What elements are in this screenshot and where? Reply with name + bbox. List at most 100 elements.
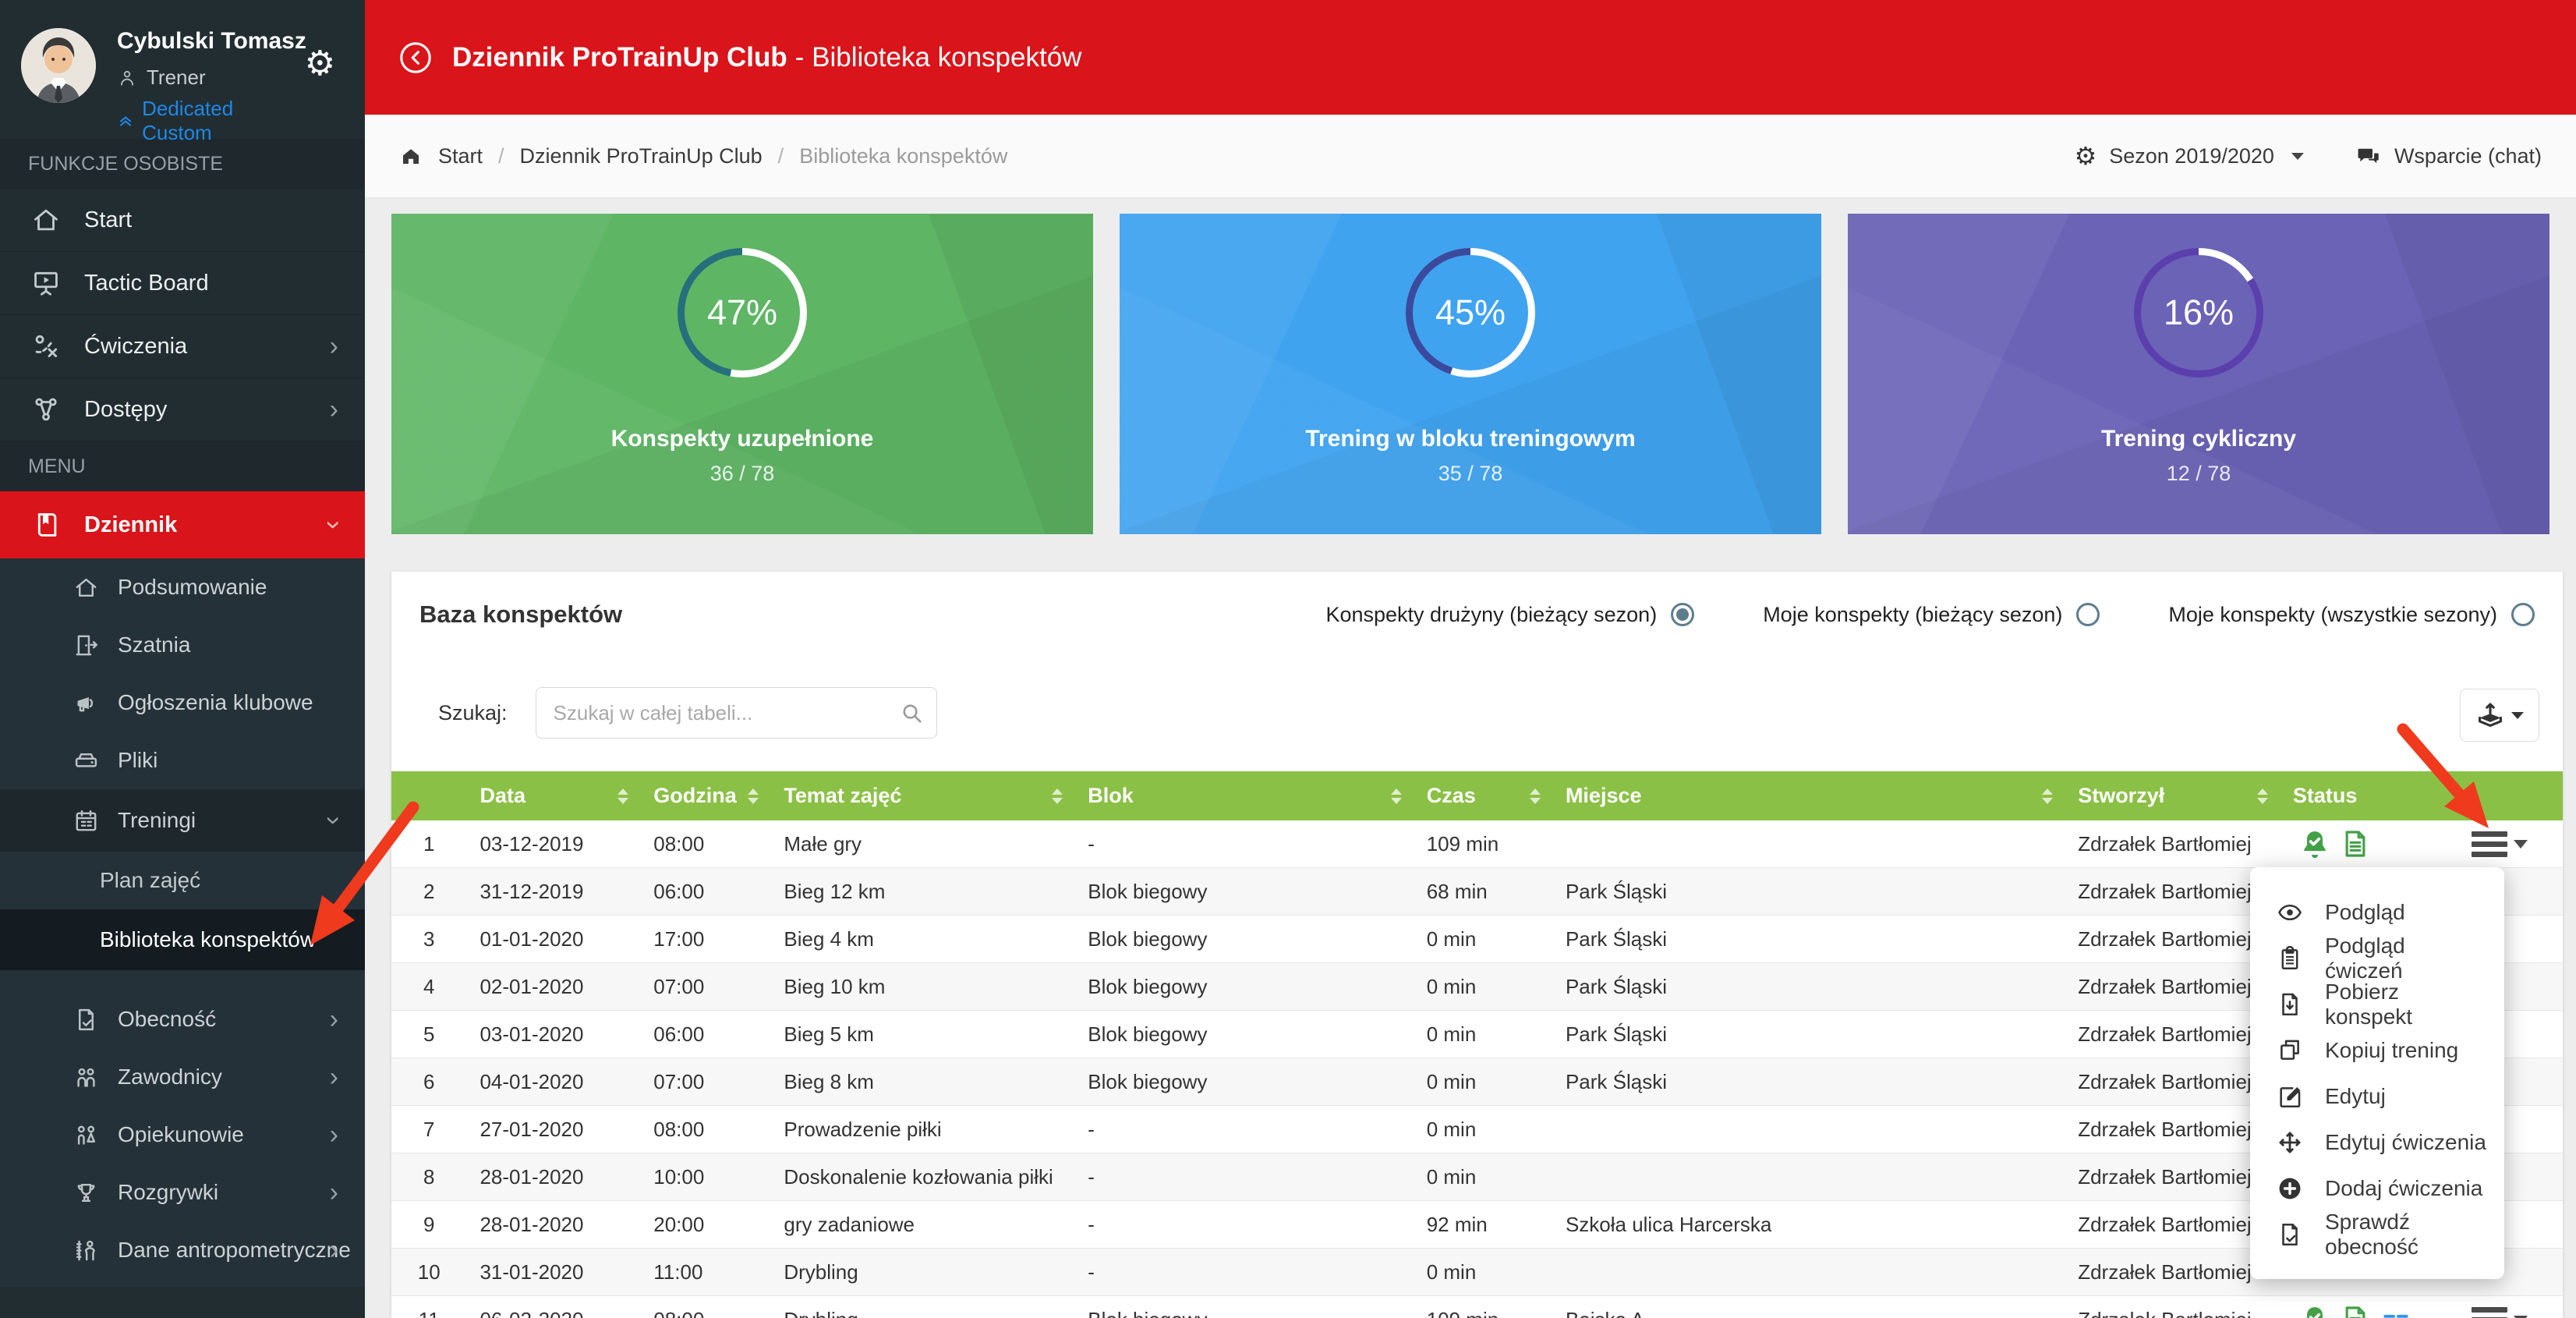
- dropdown-menu-item[interactable]: Edytuj: [2250, 1073, 2504, 1119]
- filter-radio-option[interactable]: Moje konspekty (bieżący sezon): [1763, 603, 2100, 627]
- cell-data: 28-01-2020: [467, 1153, 641, 1201]
- cell-stworzyl: Zdrzałek Bartłomiej: [2065, 1058, 2281, 1106]
- chevron-right-icon: ›: [330, 1006, 338, 1033]
- doc-green-icon: [2340, 1304, 2371, 1318]
- row-actions-dropdown: Podgląd Podgląd ćwiczeń Pobierz konspekt…: [2250, 867, 2504, 1279]
- table-row[interactable]: 11 06-02-2020 08:00 Drybling Blok biegow…: [391, 1296, 2563, 1318]
- cell-stworzyl: Zdrzałek Bartłomiej: [2065, 1153, 2281, 1201]
- sort-icons[interactable]: [1530, 788, 1541, 804]
- filter-radio-option[interactable]: Konspekty drużyny (bieżący sezon): [1325, 603, 1694, 627]
- dropdown-menu-item[interactable]: Sprawdź obecność: [2250, 1211, 2504, 1257]
- col-blok[interactable]: Blok: [1075, 771, 1414, 820]
- sort-icons[interactable]: [617, 788, 628, 804]
- sidebar-item[interactable]: Tactic Board: [0, 252, 365, 315]
- season-selector[interactable]: ⚙ Sezon 2019/2020: [2075, 141, 2304, 171]
- sort-icons[interactable]: [748, 788, 759, 804]
- col-miejsce[interactable]: Miejsce: [1553, 771, 2065, 820]
- home-icon[interactable]: [399, 144, 423, 168]
- submenu-item[interactable]: Zawodnicy ›: [0, 1048, 365, 1106]
- table-row[interactable]: 10 31-01-2020 11:00 Drybling - 0 min Zdr…: [391, 1249, 2563, 1296]
- submenu-item[interactable]: Podsumowanie: [0, 558, 365, 616]
- search-icon: [898, 700, 925, 726]
- submenu-item[interactable]: Obecność ›: [0, 990, 365, 1048]
- row-actions-menu-button[interactable]: [2472, 1302, 2528, 1318]
- table-row[interactable]: 4 02-01-2020 07:00 Bieg 10 km Blok biego…: [391, 963, 2563, 1011]
- table-row[interactable]: 8 28-01-2020 10:00 Doskonalenie kozłowan…: [391, 1153, 2563, 1201]
- submenu-item[interactable]: Opiekunowie ›: [0, 1106, 365, 1164]
- back-circle-icon[interactable]: [398, 40, 433, 76]
- table-row[interactable]: 6 04-01-2020 07:00 Bieg 8 km Blok biegow…: [391, 1058, 2563, 1106]
- avatar[interactable]: [21, 28, 96, 103]
- filter-radio-option[interactable]: Moje konspekty (wszystkie sezony): [2168, 603, 2535, 627]
- submenu-item[interactable]: Dane antropometryczne ›: [0, 1221, 365, 1279]
- col-stworzyl[interactable]: Stworzył: [2065, 771, 2281, 820]
- cell-blok: -: [1075, 1153, 1414, 1201]
- cell-stworzyl: Zdrzałek Bartłomiej: [2065, 1249, 2281, 1296]
- submenu-item-treningi[interactable]: Treningi ›: [0, 789, 365, 852]
- col-temat[interactable]: Temat zajęć: [771, 771, 1075, 820]
- board-icon: [31, 268, 61, 298]
- table-row[interactable]: 5 03-01-2020 06:00 Bieg 5 km Blok biegow…: [391, 1011, 2563, 1058]
- table-row[interactable]: 3 01-01-2020 17:00 Bieg 4 km Blok biegow…: [391, 916, 2563, 963]
- col-status[interactable]: Status: [2281, 771, 2563, 820]
- search-input[interactable]: [536, 687, 937, 739]
- dropdown-menu-item[interactable]: Dodaj ćwiczenia: [2250, 1165, 2504, 1211]
- user-plan[interactable]: Dedicated Custom: [142, 97, 284, 145]
- cell-temat: Bieg 4 km: [771, 916, 1075, 963]
- sort-icons[interactable]: [2257, 788, 2268, 804]
- profile-settings-gear-icon[interactable]: ⚙: [305, 44, 335, 83]
- search-label: Szukaj:: [438, 701, 508, 725]
- submenu-subitem[interactable]: Biblioteka konspektów: [0, 909, 365, 970]
- table-row[interactable]: 1 03-12-2019 08:00 Małe gry - 109 min Zd…: [391, 820, 2563, 868]
- cell-czas: 0 min: [1414, 963, 1553, 1011]
- plan-chevrons-icon: [117, 111, 134, 131]
- cell-blok: -: [1075, 1201, 1414, 1249]
- col-czas[interactable]: Czas: [1414, 771, 1553, 820]
- dropdown-menu-item[interactable]: Podgląd ćwiczeń: [2250, 935, 2504, 981]
- submenu-item[interactable]: Rozgrywki ›: [0, 1164, 365, 1221]
- dropdown-menu-item[interactable]: Podgląd: [2250, 889, 2504, 935]
- sidebar-item[interactable]: Ćwiczenia ›: [0, 315, 365, 378]
- cell-miejsce: [1553, 1249, 2065, 1296]
- cell-godzina: 06:00: [641, 868, 771, 916]
- radio-icon[interactable]: [2511, 603, 2535, 626]
- breadcrumb-start[interactable]: Start: [438, 144, 483, 168]
- blocks-icon: [2380, 1304, 2411, 1318]
- submenu-item[interactable]: Szatnia: [0, 616, 365, 674]
- sidebar-item[interactable]: Start: [0, 189, 365, 252]
- export-button[interactable]: [2460, 689, 2539, 742]
- sidebar-item[interactable]: Dostępy ›: [0, 378, 365, 441]
- sort-icons[interactable]: [1052, 788, 1063, 804]
- chevron-down-icon: ›: [320, 816, 347, 824]
- radio-icon[interactable]: [2076, 603, 2100, 626]
- stat-cards: 47% Konspekty uzupełnione 36 / 78 45% Tr…: [391, 214, 2549, 534]
- table-row[interactable]: 7 27-01-2020 08:00 Prowadzenie piłki - 0…: [391, 1106, 2563, 1153]
- sort-icons[interactable]: [1391, 788, 1402, 804]
- col-godzina[interactable]: Godzina: [641, 771, 771, 820]
- card-label: Konspekty uzupełnione: [391, 426, 1093, 452]
- submenu-subitem[interactable]: Plan zajęć: [0, 852, 365, 909]
- edit-icon: [2277, 1083, 2303, 1110]
- dropdown-menu-item[interactable]: Edytuj ćwiczenia: [2250, 1119, 2504, 1165]
- table-row[interactable]: 2 31-12-2019 06:00 Bieg 12 km Blok biego…: [391, 868, 2563, 916]
- user-profile: Cybulski Tomasz Trener Dedicated Custom …: [0, 0, 365, 139]
- breadcrumb-dziennik[interactable]: Dziennik ProTrainUp Club: [520, 144, 763, 168]
- col-data[interactable]: Data: [467, 771, 641, 820]
- dropdown-menu-item[interactable]: Pobierz konspekt: [2250, 981, 2504, 1027]
- dropdown-menu-item[interactable]: Kopiuj trening: [2250, 1027, 2504, 1073]
- doc-green-icon: [2340, 828, 2371, 859]
- cell-data: 31-01-2020: [467, 1249, 641, 1296]
- cell-miejsce: [1553, 1153, 2065, 1201]
- submenu-item[interactable]: Pliki: [0, 732, 365, 789]
- submenu-item[interactable]: Ogłoszenia klubowe: [0, 674, 365, 732]
- sidebar-item-dziennik[interactable]: Dziennik ›: [0, 491, 365, 558]
- table-row[interactable]: 9 28-01-2020 20:00 gry zadaniowe - 92 mi…: [391, 1201, 2563, 1249]
- radio-icon[interactable]: [1671, 603, 1694, 626]
- cell-data: 04-01-2020: [467, 1058, 641, 1106]
- support-chat-button[interactable]: Wsparcie (chat): [2355, 143, 2542, 169]
- sort-icons[interactable]: [2042, 788, 2053, 804]
- cell-index: 10: [391, 1249, 467, 1296]
- cell-czas: 0 min: [1414, 916, 1553, 963]
- row-actions-menu-button[interactable]: [2472, 827, 2528, 862]
- chevron-right-icon: ›: [330, 396, 338, 423]
